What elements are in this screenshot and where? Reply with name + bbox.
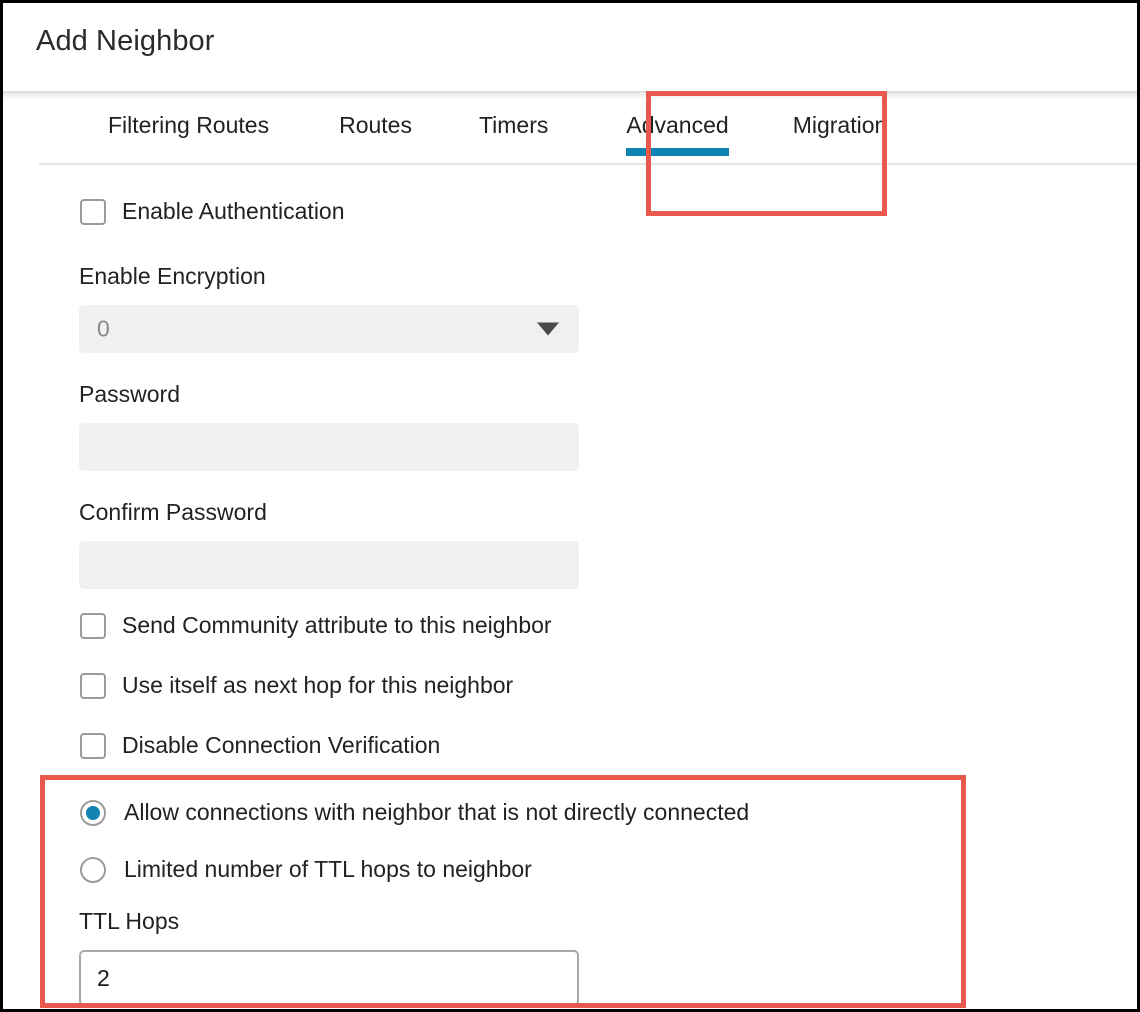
enable-authentication-checkbox-row[interactable]: Enable Authentication bbox=[80, 198, 345, 225]
ttl-hops-input[interactable] bbox=[79, 950, 579, 1006]
disable-connection-verification-label: Disable Connection Verification bbox=[122, 732, 441, 758]
dialog-header: Add Neighbor bbox=[3, 3, 1137, 91]
tab-routes[interactable]: Routes bbox=[339, 100, 412, 153]
allow-connections-label: Allow connections with neighbor that is … bbox=[124, 799, 750, 825]
enable-encryption-select[interactable]: 0 bbox=[79, 305, 579, 353]
tab-migration[interactable]: Migration bbox=[793, 100, 888, 153]
tab-migration-label: Migration bbox=[792, 112, 888, 138]
send-community-label: Send Community attribute to this neighbo… bbox=[122, 612, 552, 638]
add-neighbor-dialog: Add Neighbor Filtering Routes Routes Tim… bbox=[0, 0, 1140, 1012]
confirm-password-label: Confirm Password bbox=[79, 499, 267, 525]
send-community-checkbox-row[interactable]: Send Community attribute to this neighbo… bbox=[80, 612, 552, 639]
password-label: Password bbox=[79, 381, 180, 407]
page-title: Add Neighbor bbox=[36, 25, 215, 57]
disable-connection-verification-checkbox[interactable] bbox=[80, 732, 106, 759]
tab-timers-label: Timers bbox=[478, 112, 549, 138]
enable-encryption-value: 0 bbox=[97, 315, 110, 342]
use-itself-next-hop-checkbox[interactable] bbox=[80, 672, 106, 699]
enable-authentication-label: Enable Authentication bbox=[122, 198, 345, 224]
tab-routes-label: Routes bbox=[339, 112, 412, 138]
limited-ttl-hops-radio-row[interactable]: Limited number of TTL hops to neighbor bbox=[80, 856, 532, 883]
tab-bar: Filtering Routes Routes Timers Advanced … bbox=[3, 100, 1137, 165]
tab-filtering-routes[interactable]: Filtering Routes bbox=[108, 100, 269, 153]
tab-filtering-routes-label: Filtering Routes bbox=[108, 112, 270, 138]
use-itself-next-hop-label: Use itself as next hop for this neighbor bbox=[122, 672, 514, 698]
tab-advanced-label: Advanced bbox=[626, 112, 729, 138]
tab-timers[interactable]: Timers bbox=[479, 100, 548, 153]
advanced-tab-panel: Enable Authentication Enable Encryption … bbox=[3, 165, 1137, 1009]
use-itself-next-hop-checkbox-row[interactable]: Use itself as next hop for this neighbor bbox=[80, 672, 513, 699]
enable-authentication-checkbox[interactable] bbox=[80, 198, 106, 225]
allow-connections-radio[interactable] bbox=[80, 799, 106, 826]
limited-ttl-hops-radio[interactable] bbox=[80, 856, 106, 883]
confirm-password-field[interactable] bbox=[79, 541, 579, 589]
limited-ttl-hops-label: Limited number of TTL hops to neighbor bbox=[124, 856, 532, 882]
header-shadow-divider bbox=[3, 91, 1137, 100]
send-community-checkbox[interactable] bbox=[80, 612, 106, 639]
enable-encryption-label: Enable Encryption bbox=[79, 263, 266, 289]
password-field[interactable] bbox=[79, 423, 579, 471]
disable-connection-verification-checkbox-row[interactable]: Disable Connection Verification bbox=[80, 732, 440, 759]
chevron-down-icon bbox=[537, 322, 559, 336]
allow-connections-radio-row[interactable]: Allow connections with neighbor that is … bbox=[80, 799, 749, 826]
ttl-hops-label: TTL Hops bbox=[79, 908, 180, 934]
tab-advanced[interactable]: Advanced bbox=[626, 100, 729, 156]
tab-advanced-underline bbox=[626, 148, 729, 156]
